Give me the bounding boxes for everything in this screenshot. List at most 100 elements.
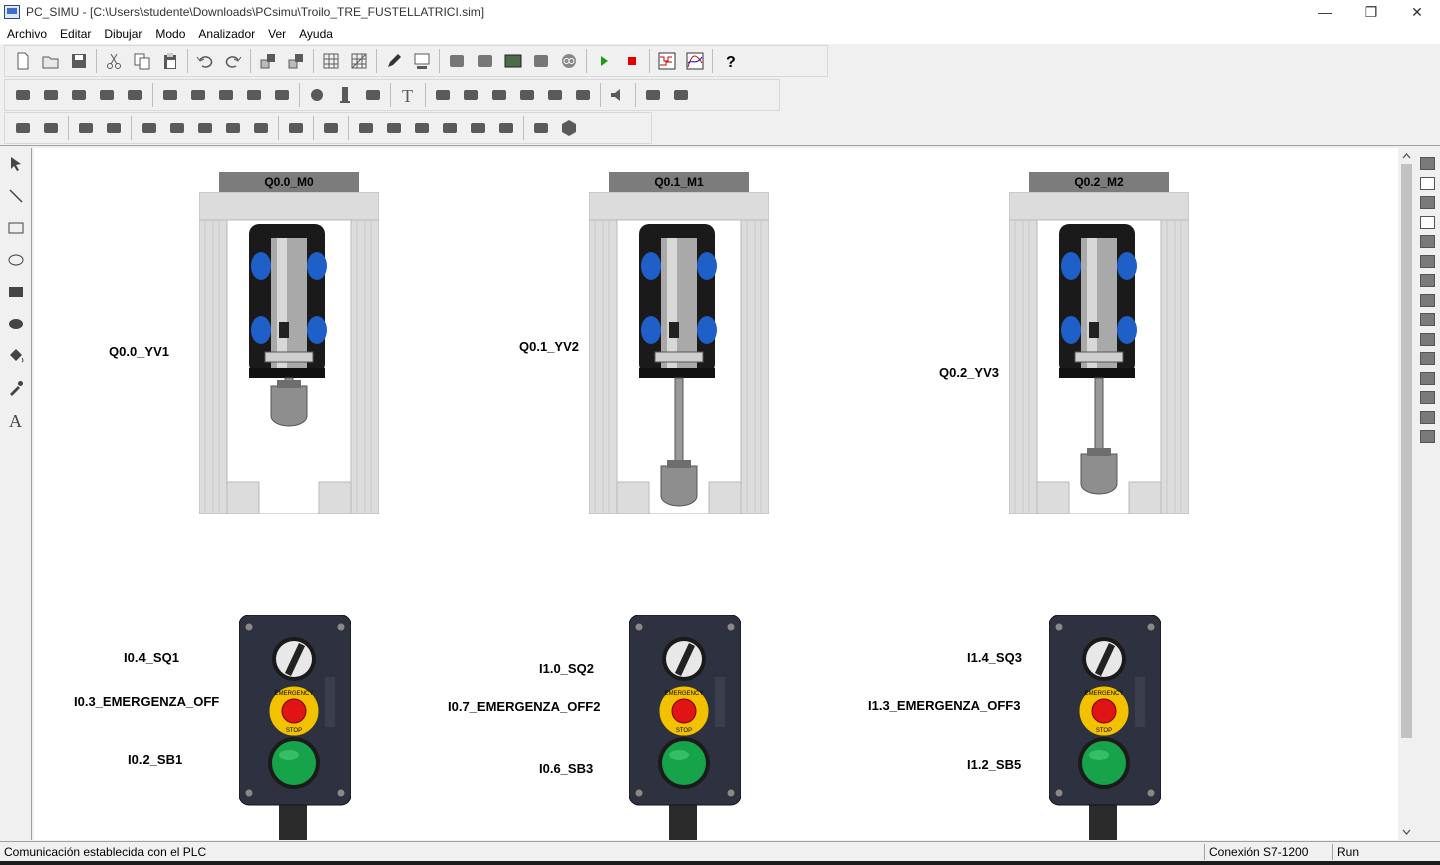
cylinder-frame[interactable] <box>589 192 769 514</box>
redo-icon[interactable] <box>219 48 247 74</box>
cylinder-frame[interactable] <box>199 192 379 514</box>
hexagon-icon[interactable] <box>555 115 583 141</box>
cross-icon[interactable] <box>93 82 121 108</box>
hopper-icon[interactable] <box>352 115 380 141</box>
plc-icon[interactable] <box>443 48 471 74</box>
picture-icon[interactable] <box>485 82 513 108</box>
rect-valve-icon[interactable] <box>184 82 212 108</box>
palette-swatch[interactable] <box>1420 332 1435 346</box>
cylinder-tool-icon[interactable] <box>121 82 149 108</box>
save-icon[interactable] <box>65 48 93 74</box>
help-icon[interactable]: ? <box>716 48 744 74</box>
scroll-thumb[interactable] <box>1401 164 1412 738</box>
gripper-icon[interactable] <box>247 115 275 141</box>
scroll-up-icon[interactable] <box>1398 148 1415 164</box>
arc-icon[interactable] <box>65 82 93 108</box>
palette-swatch[interactable] <box>1420 352 1435 365</box>
palette-swatch[interactable] <box>1420 215 1435 229</box>
text-icon[interactable]: A <box>0 404 32 436</box>
fan-icon[interactable] <box>191 115 219 141</box>
simulation-canvas[interactable]: Q0.0_M0 Q0.0_YV1 Q0.1_M1 Q0.1_YV2 Q0.2_M2 Q0.… <box>34 148 1398 840</box>
curve-analyzer-icon[interactable] <box>681 48 709 74</box>
grid-icon[interactable] <box>317 48 345 74</box>
mixer-icon[interactable] <box>436 115 464 141</box>
minimize-button[interactable]: — <box>1302 0 1348 24</box>
menu-modo[interactable]: Modo <box>148 27 191 41</box>
panel-strip-icon[interactable] <box>317 115 345 141</box>
double-valve-icon[interactable] <box>156 82 184 108</box>
pillar-icon[interactable] <box>331 82 359 108</box>
column-icon[interactable] <box>639 82 667 108</box>
copy-icon[interactable] <box>128 48 156 74</box>
gear-out-icon[interactable] <box>569 82 597 108</box>
menu-editar[interactable]: Editar <box>53 27 97 41</box>
send-back-icon[interactable] <box>282 48 310 74</box>
emergency-stop-button[interactable]: EMERGENCY STOP <box>1078 685 1130 737</box>
fill-bucket-icon[interactable] <box>0 340 32 372</box>
cylinder-frame[interactable] <box>1009 192 1189 514</box>
palette-swatch[interactable] <box>1420 293 1435 307</box>
scroll-down-icon[interactable] <box>1398 824 1415 840</box>
speaker-icon[interactable] <box>604 82 632 108</box>
pencil-icon[interactable] <box>380 48 408 74</box>
roller-icon[interactable] <box>163 115 191 141</box>
lamp-icon[interactable] <box>303 82 331 108</box>
green-push-button[interactable] <box>1078 737 1130 789</box>
hatch-icon[interactable] <box>464 115 492 141</box>
emergency-stop-button[interactable]: EMERGENCY STOP <box>658 685 710 737</box>
dimension-icon[interactable] <box>9 82 37 108</box>
post-icon[interactable] <box>457 82 485 108</box>
bring-front-icon[interactable] <box>254 48 282 74</box>
select-arrow-icon[interactable] <box>0 148 32 180</box>
cut-icon[interactable] <box>100 48 128 74</box>
palette-swatch[interactable] <box>1420 176 1435 190</box>
palette-swatch[interactable] <box>1420 157 1435 170</box>
sensor-icon[interactable] <box>282 115 310 141</box>
piston-icon[interactable] <box>135 115 163 141</box>
dashed-column-icon[interactable] <box>667 82 695 108</box>
gear-icon[interactable] <box>513 82 541 108</box>
display-icon[interactable] <box>408 48 436 74</box>
selector-switch[interactable] <box>662 637 706 681</box>
open-icon[interactable] <box>37 48 65 74</box>
line-tool-icon[interactable] <box>37 82 65 108</box>
paste-icon[interactable] <box>156 48 184 74</box>
block-icon[interactable] <box>527 48 555 74</box>
belt-icon[interactable] <box>72 115 100 141</box>
line-icon[interactable] <box>0 180 32 212</box>
palette-swatch[interactable] <box>1420 430 1435 443</box>
link-icon[interactable] <box>555 48 583 74</box>
filled-rectangle-icon[interactable] <box>0 276 32 308</box>
box3d-icon[interactable] <box>37 115 65 141</box>
motor-icon[interactable] <box>9 115 37 141</box>
stop-icon[interactable] <box>618 48 646 74</box>
maximize-button[interactable]: ❐ <box>1348 0 1394 24</box>
palette-swatch[interactable] <box>1420 254 1435 268</box>
filled-ellipse-icon[interactable] <box>0 308 32 340</box>
module-icon[interactable] <box>471 48 499 74</box>
new-icon[interactable] <box>9 48 37 74</box>
emergency-stop-button[interactable]: EMERGENCY STOP <box>268 685 320 737</box>
palette-swatch[interactable] <box>1420 410 1435 424</box>
selector-switch[interactable] <box>272 637 316 681</box>
gear-in-icon[interactable] <box>541 82 569 108</box>
rect-valve2-icon[interactable] <box>212 82 240 108</box>
palette-swatch[interactable] <box>1420 391 1435 404</box>
rect-block-icon[interactable] <box>359 82 387 108</box>
signal-analyzer-icon[interactable] <box>653 48 681 74</box>
bar-icon[interactable] <box>408 115 436 141</box>
rectangle-icon[interactable] <box>0 212 32 244</box>
menu-ver[interactable]: Ver <box>261 27 292 41</box>
elevator-icon[interactable] <box>527 115 555 141</box>
menu-ayuda[interactable]: Ayuda <box>292 27 339 41</box>
green-push-button[interactable] <box>268 737 320 789</box>
vertical-scrollbar[interactable] <box>1398 148 1415 840</box>
menu-analizador[interactable]: Analizador <box>191 27 261 41</box>
snap-grid-icon[interactable] <box>345 48 373 74</box>
green-push-button[interactable] <box>658 737 710 789</box>
menu-dibujar[interactable]: Dibujar <box>97 27 148 41</box>
flag-icon[interactable] <box>268 82 296 108</box>
valve-icon[interactable] <box>380 115 408 141</box>
close-button[interactable]: ✕ <box>1394 0 1440 24</box>
palette-swatch[interactable] <box>1420 371 1435 385</box>
